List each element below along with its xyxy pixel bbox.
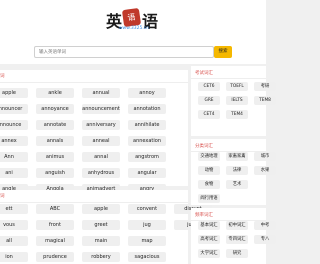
word-link[interactable]: annual	[82, 88, 120, 98]
word-link[interactable]: all	[0, 236, 28, 246]
word-link[interactable]: annexation	[128, 136, 166, 146]
search-button[interactable]: 搜索	[214, 46, 232, 58]
common-words-panel: 词 ettABCappleconventdisruptvousfrontgree…	[0, 190, 212, 264]
site-header: 英 语 语 www.3325.cn 搜索	[0, 0, 266, 64]
exam-vocab-link[interactable]: IELTS	[226, 96, 248, 105]
word-link[interactable]: apple	[0, 88, 28, 98]
word-link[interactable]: ankle	[36, 88, 74, 98]
category-vocab-link[interactable]: 城市	[254, 152, 276, 161]
exam-vocab-link[interactable]: TOEFL	[226, 82, 248, 91]
frequency-vocab-link[interactable]: 中考	[254, 221, 276, 230]
hot-words-panel: 词 apple ankle annual annoy announcer annoyanc…	[0, 70, 188, 194]
exam-vocab-panel: 考试词汇 CET6 TOEFL 考研 GRE IELTS TEM8 CET4 TEM4	[191, 66, 276, 136]
word-link[interactable]: magical	[36, 236, 74, 246]
category-vocab-panel: 分类词汇 交通地理 家畜家禽 城市动物 法律 水果食物 艺术 闻行用语	[191, 139, 276, 205]
frequency-vocab-link[interactable]: 专四词汇	[226, 235, 248, 244]
word-link[interactable]: apple	[82, 204, 120, 214]
word-link[interactable]: jug	[128, 220, 166, 230]
hot-words-title: 词	[0, 74, 5, 79]
frequency-vocab-link[interactable]: 专八	[254, 235, 276, 244]
frequency-vocab-link[interactable]: 大学词汇	[198, 249, 220, 258]
exam-vocab-link[interactable]: CET4	[198, 110, 220, 119]
divider	[0, 82, 188, 83]
word-link[interactable]: anniversary	[82, 120, 120, 130]
word-link[interactable]: prudence	[36, 252, 74, 262]
category-vocab-link[interactable]: 家畜家禽	[226, 152, 248, 161]
word-link[interactable]: greet	[82, 220, 120, 230]
word-link[interactable]: annal	[82, 152, 120, 162]
category-vocab-link[interactable]: 法律	[226, 166, 248, 175]
word-link[interactable]: angular	[128, 168, 166, 178]
word-link[interactable]: anneal	[82, 136, 120, 146]
word-link[interactable]: annals	[36, 136, 74, 146]
category-vocab-title: 分类词汇	[195, 144, 213, 149]
frequency-vocab-link[interactable]: 基本词汇	[198, 221, 220, 230]
word-link[interactable]: Ann	[0, 152, 28, 162]
frequency-vocab-grid: 基本词汇 初中词汇 中考高考词汇 专四词汇 专八大学词汇 研究	[198, 221, 276, 264]
word-link[interactable]: ett	[0, 204, 28, 214]
word-link[interactable]: annoyance	[36, 104, 74, 114]
divider	[191, 78, 266, 79]
frequency-vocab-title: 频率词汇	[195, 213, 213, 218]
site-url: www.3325.cn	[118, 26, 150, 31]
word-link[interactable]: annotate	[36, 120, 74, 130]
common-words-grid: ettABCappleconventdisruptvousfrontgreetj…	[0, 204, 212, 262]
frequency-vocab-link[interactable]: 初中词汇	[226, 221, 248, 230]
word-link[interactable]: anhydrous	[82, 168, 120, 178]
site-logo[interactable]: 英 语 语	[106, 7, 160, 36]
word-link[interactable]: ani	[0, 168, 28, 178]
category-vocab-link[interactable]: 食物	[198, 180, 220, 189]
exam-vocab-grid: CET6 TOEFL 考研 GRE IELTS TEM8 CET4 TEM4	[198, 82, 276, 119]
logo-seal: 语	[121, 7, 142, 28]
word-link[interactable]: robbery	[82, 252, 120, 262]
word-link[interactable]: front	[36, 220, 74, 230]
word-link[interactable]: announce	[0, 120, 28, 130]
word-link[interactable]: announcer	[0, 104, 28, 114]
word-link[interactable]: anguish	[36, 168, 74, 178]
word-link[interactable]: announcement	[82, 104, 120, 114]
word-link[interactable]: sagacious	[128, 252, 166, 262]
word-link[interactable]: ABC	[36, 204, 74, 214]
category-vocab-link[interactable]: 动物	[198, 166, 220, 175]
hot-words-grid: apple ankle annual annoy announcer annoyance a…	[0, 88, 212, 194]
word-link[interactable]: map	[128, 236, 166, 246]
word-link[interactable]: annihilate	[128, 120, 166, 130]
category-vocab-link[interactable]: 闻行用语	[198, 194, 220, 203]
word-link[interactable]: convent	[128, 204, 166, 214]
word-link[interactable]: annotation	[128, 104, 166, 114]
category-vocab-link[interactable]: 艺术	[226, 180, 248, 189]
exam-vocab-link[interactable]: GRE	[198, 96, 220, 105]
exam-vocab-link[interactable]: TEM8	[254, 96, 276, 105]
search-input[interactable]	[34, 46, 214, 58]
word-link[interactable]: annoy	[128, 88, 166, 98]
exam-vocab-link[interactable]: TEM4	[226, 110, 248, 119]
category-vocab-link[interactable]: 水果	[254, 166, 276, 175]
word-link[interactable]: angstrom	[128, 152, 166, 162]
exam-vocab-title: 考试词汇	[195, 71, 213, 76]
word-link[interactable]: vous	[0, 220, 28, 230]
common-words-title: 词	[0, 194, 5, 199]
exam-vocab-link[interactable]: 考研	[254, 82, 276, 91]
exam-vocab-link[interactable]: CET6	[198, 82, 220, 91]
frequency-vocab-link[interactable]: 研究	[226, 249, 248, 258]
word-link[interactable]: ion	[0, 252, 28, 262]
category-vocab-link[interactable]: 交通地理	[198, 152, 220, 161]
divider	[0, 202, 188, 203]
word-link[interactable]: animus	[36, 152, 74, 162]
frequency-vocab-panel: 频率词汇 基本词汇 初中词汇 中考高考词汇 专四词汇 专八大学词汇 研究	[191, 208, 276, 264]
category-vocab-grid: 交通地理 家畜家禽 城市动物 法律 水果食物 艺术 闻行用语	[198, 152, 276, 203]
word-link[interactable]: annex	[0, 136, 28, 146]
word-link[interactable]: main	[82, 236, 120, 246]
frequency-vocab-link[interactable]: 高考词汇	[198, 235, 220, 244]
